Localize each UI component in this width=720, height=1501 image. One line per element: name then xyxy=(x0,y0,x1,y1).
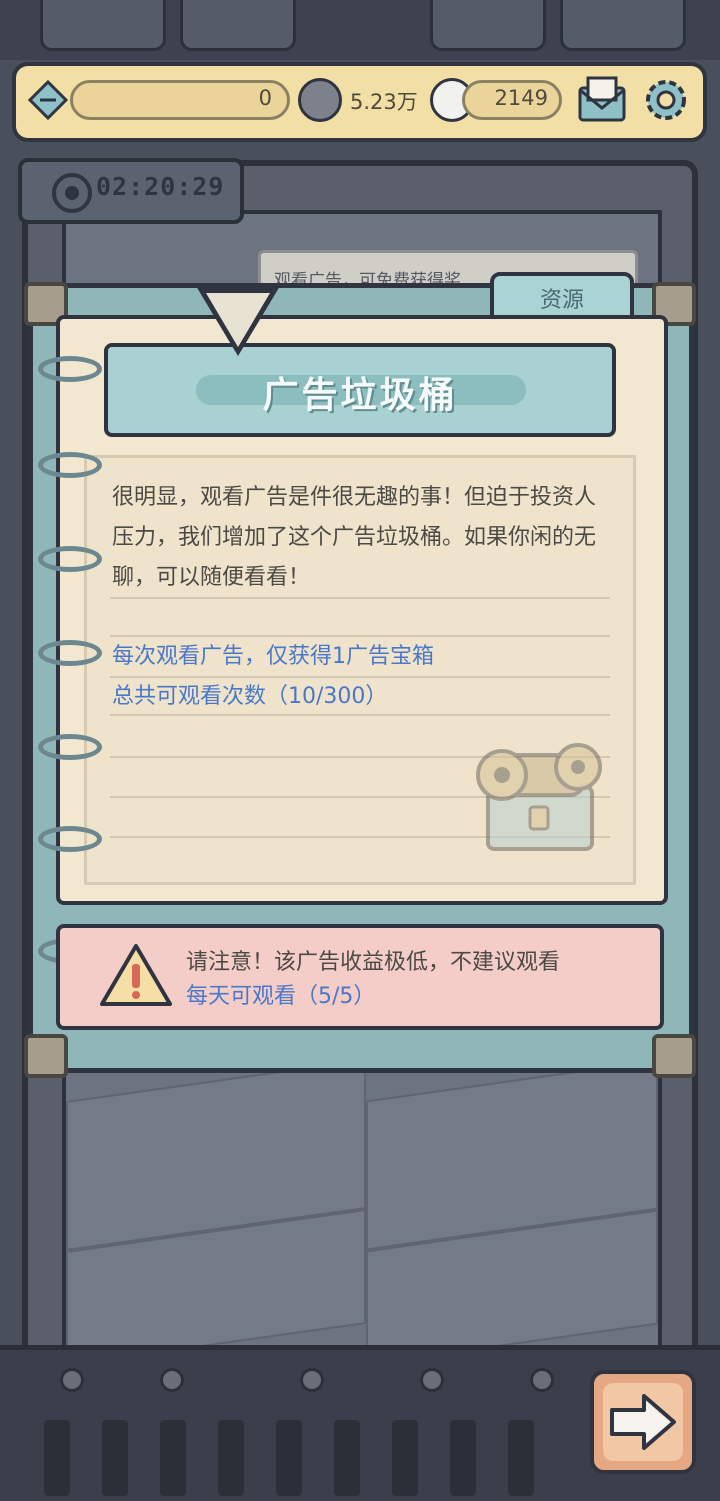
mail-icon[interactable] xyxy=(576,74,628,124)
timer-value: 02:20:29 xyxy=(96,172,225,201)
settings-gear-icon[interactable] xyxy=(640,74,692,126)
bolt-icon xyxy=(420,1368,444,1392)
daily-views-count: 每天可观看（5/5） xyxy=(186,984,376,1009)
grate-bar xyxy=(218,1420,244,1496)
notebook-title: 广告垃圾桶 xyxy=(262,375,458,416)
ticket-icon xyxy=(26,78,70,122)
treasure-chest-illustration xyxy=(474,735,608,859)
gray-bubble-icon xyxy=(298,78,342,122)
bolt-icon xyxy=(60,1368,84,1392)
description-text: 很明显，观看广告是件很无趣的事！但迫于投资人压力，我们增加了这个广告垃圾桶。如果… xyxy=(112,485,597,590)
binder-ring xyxy=(38,826,102,852)
grate-bar xyxy=(334,1420,360,1496)
grate-bar xyxy=(276,1420,302,1496)
tab-resources-label: 资源 xyxy=(539,288,584,313)
bolt-icon xyxy=(160,1368,184,1392)
grate-bar xyxy=(44,1420,70,1496)
binder-ring xyxy=(38,452,102,478)
total-views-count: 总共可观看次数（10/300） xyxy=(112,684,388,709)
binder-ring xyxy=(38,356,102,382)
resource-3-value: 2149 xyxy=(494,86,548,110)
resource-1-value: 0 xyxy=(258,86,272,110)
film-reel-icon xyxy=(52,173,92,213)
warning-message: 请注意！该广告收益极低，不建议观看 xyxy=(186,950,561,975)
grate-bar xyxy=(450,1420,476,1496)
ruled-line xyxy=(110,635,610,637)
warning-icon xyxy=(98,942,174,1012)
arrow-right-icon xyxy=(606,1390,680,1454)
background-top-panel xyxy=(0,0,720,60)
bolt-icon xyxy=(300,1368,324,1392)
triangle-logo-inner xyxy=(206,293,270,347)
resource-2-value: 5.23万 xyxy=(350,90,418,114)
reward-note: 每次观看广告，仅获得1广告宝箱 xyxy=(112,644,434,669)
grate-bar xyxy=(102,1420,128,1496)
corner-bracket xyxy=(24,1034,68,1078)
binder-ring xyxy=(38,640,102,666)
binder-ring xyxy=(38,734,102,760)
binder-ring xyxy=(38,546,102,572)
grate-bar xyxy=(508,1420,534,1496)
bolt-icon xyxy=(530,1368,554,1392)
corner-bracket xyxy=(652,1034,696,1078)
ruled-line xyxy=(110,714,610,716)
grate-bar xyxy=(392,1420,418,1496)
grate-bar xyxy=(160,1420,186,1496)
